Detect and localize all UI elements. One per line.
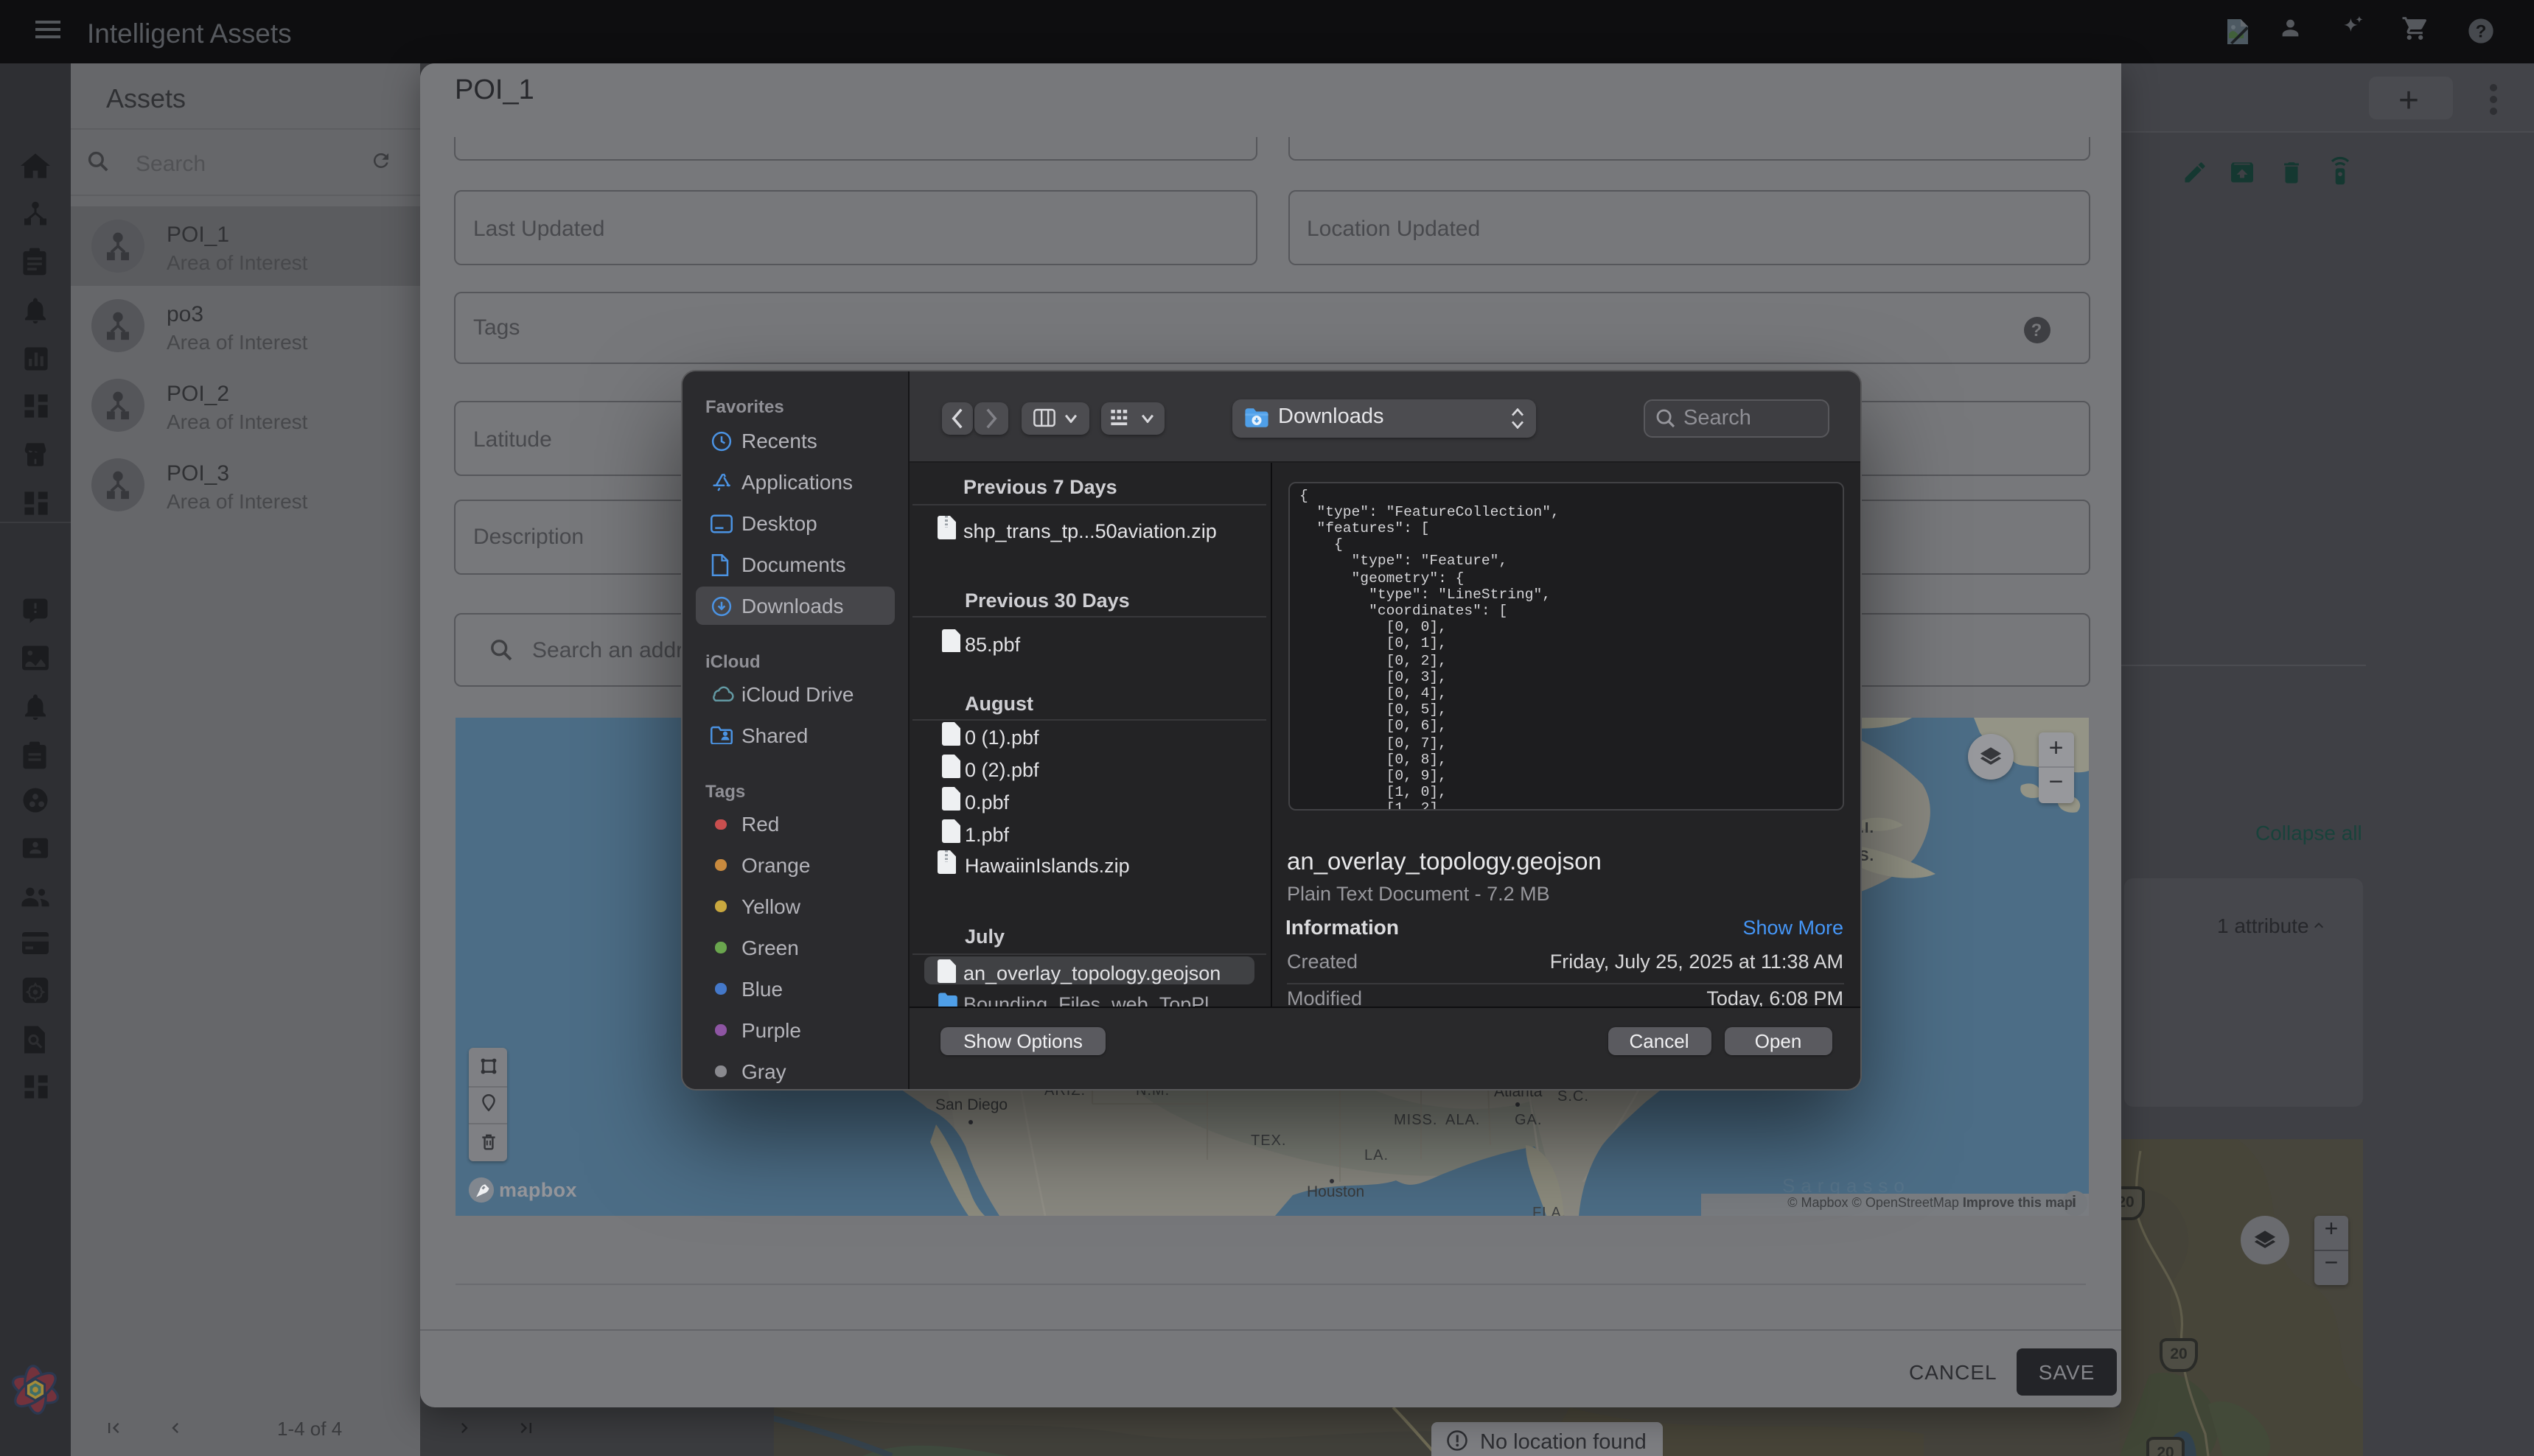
svg-text:?: ? (2475, 21, 2486, 41)
